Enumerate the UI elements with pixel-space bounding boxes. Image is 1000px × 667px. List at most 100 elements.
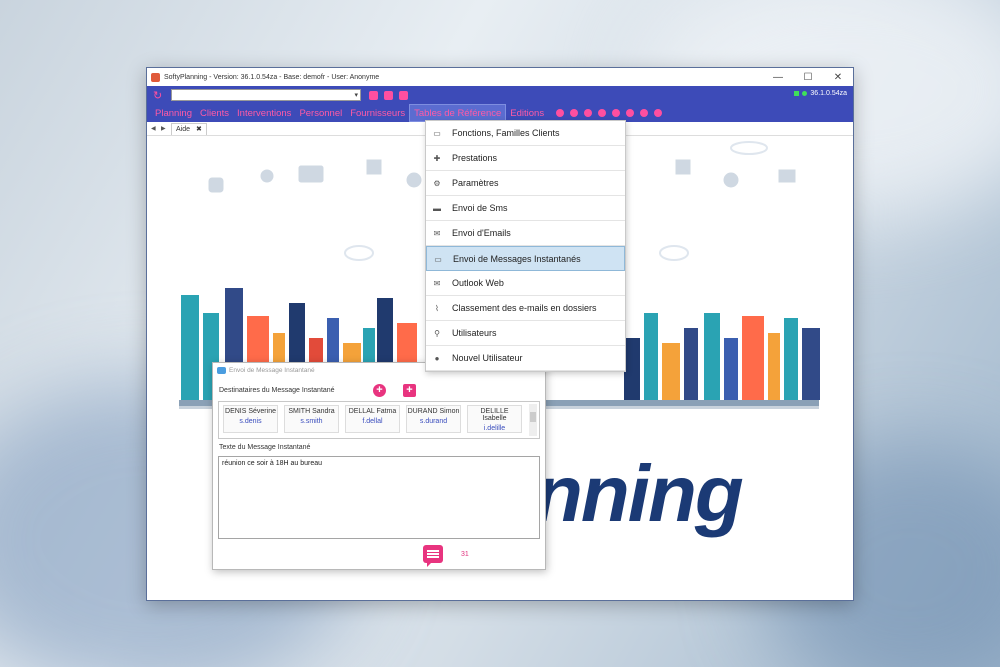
scrollbar-thumb[interactable]: [530, 412, 536, 422]
building-blue: [724, 338, 738, 400]
building-navy: [684, 328, 698, 400]
paperclip-icon: ⌇: [435, 304, 439, 313]
minimize-button[interactable]: —: [763, 72, 793, 83]
window-icon: ▭: [433, 129, 441, 138]
tab-scroll-left-icon[interactable]: ◀: [151, 125, 161, 132]
dd-label: Outlook Web: [452, 278, 504, 288]
menu-fournisseurs[interactable]: Fournisseurs: [346, 104, 409, 122]
recipients-label: Destinataires du Message Instantané: [219, 387, 335, 394]
dd-label: Utilisateurs: [452, 328, 497, 338]
calendar-icon[interactable]: [612, 109, 621, 117]
menu-planning[interactable]: Planning: [151, 104, 196, 122]
menu-clients[interactable]: Clients: [196, 104, 233, 122]
dd-prestations[interactable]: ✚ Prestations: [426, 146, 625, 171]
building-orange: [742, 316, 764, 400]
dd-fonctions[interactable]: ▭ Fonctions, Familles Clients: [426, 121, 625, 146]
recipient-name: DENIS Séverine: [225, 408, 276, 415]
message-icon: ▭: [434, 254, 442, 264]
tab-scroll-right-icon[interactable]: ▶: [161, 125, 171, 132]
microphone-icon[interactable]: [399, 90, 408, 100]
puzzle-icon[interactable]: [369, 90, 378, 100]
recipient-login: s.smith: [300, 418, 323, 425]
send-message-button[interactable]: [423, 545, 443, 567]
mail-icon: ✉: [433, 229, 441, 238]
recipient-name: DELLAL Fatma: [348, 408, 397, 415]
arrow-out-icon[interactable]: [640, 109, 649, 117]
recipient-login: i.delille: [483, 425, 506, 432]
dd-label: Prestations: [452, 153, 498, 163]
card-icon[interactable]: [384, 90, 393, 100]
version-label: 36.1.0.54za: [810, 90, 847, 97]
dd-parametres[interactable]: ⚙ Paramètres: [426, 171, 625, 196]
recipient-name: SMITH Sandra: [288, 408, 335, 415]
building-teal: [784, 318, 798, 400]
message-textarea[interactable]: réunion ce soir à 18H au bureau: [218, 456, 540, 539]
menu-icons: [556, 109, 663, 117]
add-group-button[interactable]: +: [403, 384, 416, 397]
building-yellow: [768, 333, 780, 400]
dd-label: Envoi de Messages Instantanés: [453, 253, 581, 264]
dd-utilisateurs[interactable]: ⚲ Utilisateurs: [426, 321, 625, 346]
recipient-card[interactable]: DELILLE Isabelle i.delille: [467, 405, 522, 433]
tab-aide[interactable]: Aide ✖: [171, 122, 207, 135]
recipients-scrollbar[interactable]: [529, 404, 537, 436]
search-icon: ⚲: [434, 329, 440, 338]
link-icon[interactable]: [654, 109, 663, 117]
dd-nouvel-utilisateur[interactable]: ● Nouvel Utilisateur: [426, 346, 625, 371]
folder-open-icon[interactable]: [584, 109, 593, 117]
menu-personnel[interactable]: Personnel: [295, 104, 346, 122]
dd-outlook[interactable]: ✉ Outlook Web: [426, 271, 625, 296]
toolbar-icons: [369, 90, 408, 100]
toolbar: ↻ ▾ 36.1.0.54za: [147, 86, 853, 104]
menu-interventions[interactable]: Interventions: [233, 104, 295, 122]
recipient-card[interactable]: DELLAL Fatma f.dellal: [345, 405, 400, 433]
arrow-in-icon[interactable]: [626, 109, 635, 117]
building-teal: [644, 313, 658, 400]
app-window: SoftyPlanning - Version: 36.1.0.54za - B…: [146, 67, 854, 601]
close-button[interactable]: ✕: [823, 72, 853, 83]
char-count: 31: [461, 551, 469, 558]
building-yellow: [662, 343, 680, 400]
maximize-button[interactable]: ☐: [793, 72, 823, 83]
search-combo[interactable]: ▾: [171, 89, 361, 101]
network-icon: [260, 169, 274, 183]
puzzle-icon: ✚: [433, 154, 441, 163]
window-title: SoftyPlanning - Version: 36.1.0.54za - B…: [164, 73, 380, 81]
tab-label: Aide: [176, 125, 191, 133]
dd-messages-instantanes[interactable]: ▭ Envoi de Messages Instantanés: [426, 246, 625, 271]
instant-message-dialog: Envoi de Message Instantané Destinataire…: [212, 362, 546, 570]
dd-label: Envoi d'Emails: [452, 228, 511, 238]
dd-label: Fonctions, Familles Clients: [452, 128, 560, 138]
cloud-icon: [659, 245, 689, 261]
gear-icon: [208, 177, 224, 193]
recipient-card[interactable]: DURAND Simon s.durand: [406, 405, 461, 433]
laptop-icon: [298, 165, 324, 183]
folder-icon[interactable]: [570, 109, 579, 117]
refresh-icon[interactable]: ↻: [153, 89, 167, 102]
recipient-card[interactable]: SMITH Sandra s.smith: [284, 405, 339, 433]
help-icon[interactable]: [556, 109, 565, 117]
recipient-card[interactable]: DENIS Séverine s.denis: [223, 405, 278, 433]
dd-label: Envoi de Sms: [452, 203, 508, 213]
cloud-icon: [344, 245, 374, 261]
print-icon[interactable]: [598, 109, 607, 117]
dd-label: Paramètres: [452, 178, 499, 188]
dd-emails[interactable]: ✉ Envoi d'Emails: [426, 221, 625, 246]
gear-icon: ⚙: [433, 179, 441, 188]
message-label: Texte du Message Instantané: [219, 444, 311, 451]
dd-classement[interactable]: ⌇ Classement des e-mails en dossiers: [426, 296, 625, 321]
close-tab-icon[interactable]: ✖: [196, 125, 202, 133]
message-icon: [427, 550, 439, 552]
recipient-name: DURAND Simon: [407, 408, 460, 415]
lightbulb-icon: [406, 172, 422, 188]
app-icon: [151, 72, 160, 82]
logo-text: nning: [534, 449, 744, 538]
building-teal: [704, 313, 720, 400]
user-icon: ●: [434, 354, 440, 363]
dialog-title: Envoi de Message Instantané: [229, 366, 315, 374]
building-teal: [181, 295, 199, 400]
chevron-down-icon[interactable]: ▾: [354, 91, 358, 99]
dd-sms[interactable]: ▬ Envoi de Sms: [426, 196, 625, 221]
recipient-login: s.durand: [419, 418, 448, 425]
add-recipient-button[interactable]: +: [373, 384, 386, 397]
